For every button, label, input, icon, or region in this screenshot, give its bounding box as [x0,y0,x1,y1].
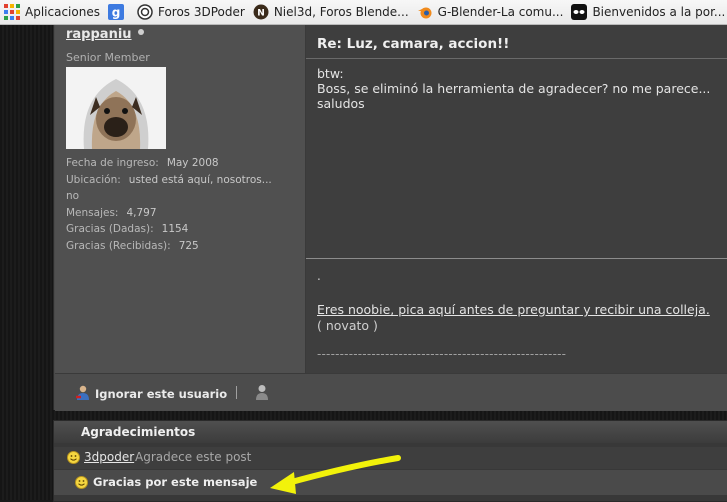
stat-label: Gracias (Dadas): [66,223,154,235]
stat-value: 725 [178,239,199,252]
bookmark-g-blender[interactable]: G-Blender-La comu... [413,0,568,24]
signature-link[interactable]: Eres noobie, pica aquí antes de pregunta… [317,302,710,317]
stat-label: no [66,190,80,202]
signature-dot: . [317,269,321,283]
signature-divider [306,258,727,259]
google-icon: g [107,4,124,20]
bookmark-label: Niel3d, Foros Blende... [273,5,409,19]
stat-thanks-received: Gracias (Recibidas): 725 [66,238,272,255]
blender-icon [417,4,433,20]
mask-icon [571,4,588,20]
post-line: Boss, se eliminó la herramienta de agrad… [317,81,711,96]
post-divider [306,58,727,59]
forum-post: rappaniu Senior Member Fecha de ingreso:… [53,25,727,411]
bookmark-label: G-Blender-La comu... [437,5,564,19]
bookmark-label: Foros 3DPoder [157,5,245,19]
stat-location: Ubicación: usted está aquí, nosotros... [66,172,272,189]
bookmarks-bar: Aplicaciones g Foros 3DPoder N Niel3d, F… [0,0,727,25]
avatar[interactable] [66,67,166,149]
bookmark-google[interactable]: g [104,0,133,24]
username-link[interactable]: rappaniu [66,27,132,42]
ignore-user-label: Ignorar este usuario [95,386,228,401]
apps-grid-icon [4,4,20,20]
bookmark-3dpoder[interactable]: Foros 3DPoder [133,0,249,24]
stat-value: 4,797 [126,206,157,219]
svg-text:N: N [257,9,265,19]
bookmark-label: Bienvenidos a la por... [592,5,726,19]
niel3d-icon: N [253,4,269,20]
user-stats: Fecha de ingreso: May 2008 Ubicación: us… [66,155,272,254]
3dpoder-icon [137,4,153,20]
bookmark-label: Aplicaciones [25,5,100,19]
stat-value: 1154 [161,223,189,235]
bookmark-bienvenidos[interactable]: Bienvenidos a la por... [567,0,727,24]
thanks-header: Agradecimientos [54,421,727,443]
stat-thanks-given: Gracias (Dadas): 1154 [66,221,272,238]
post-line: btw: [317,66,344,81]
stat-label: Mensajes: [66,206,119,219]
bookmark-apps[interactable]: Aplicaciones [0,0,104,24]
stat-join-date: Fecha de ingreso: May 2008 [66,155,272,172]
post-footer: Ignorar este usuario [55,373,727,411]
footer-divider [236,386,237,399]
post-body: Re: Luz, camara, accion!! btw: Boss, se … [306,25,727,373]
online-status-icon [138,29,144,35]
post-title: Re: Luz, camara, accion!! [317,36,510,52]
stat-label: Fecha de ingreso: [66,157,159,169]
annotation-arrow-icon [260,450,410,498]
post-line: saludos [317,96,365,111]
user-title: Senior Member [66,51,150,64]
thanker-link[interactable]: 3dpoder [84,450,134,464]
stat-posts: Mensajes: 4,797 [66,205,272,222]
thanks-title: Agradecimientos [81,425,196,439]
stat-value: usted está aquí, nosotros... [128,173,272,186]
thanks-button-label: Gracias por este mensaje [93,475,258,489]
svg-text:g: g [112,6,121,20]
signature-subtext: ( novato ) [317,318,378,333]
ignore-user-button[interactable]: Ignorar este usuario [75,384,227,403]
user-info-panel: rappaniu Senior Member Fecha de ingreso:… [55,25,306,373]
signature-dashes: ----------------------------------------… [317,347,567,361]
ignore-user-icon [75,384,91,403]
post-message: btw: Boss, se eliminó la herramienta de … [317,66,710,111]
thanks-text: Agradece este post [135,450,252,464]
bookmark-niel3d[interactable]: N Niel3d, Foros Blende... [249,0,413,24]
stat-location-cont: no [66,188,272,205]
stat-value: May 2008 [166,157,219,169]
smile-icon [75,476,88,489]
stat-label: Gracias (Recibidas): [66,239,171,252]
smile-icon [67,451,80,464]
stat-label: Ubicación: [66,173,121,186]
user-profile-icon[interactable] [255,384,269,403]
